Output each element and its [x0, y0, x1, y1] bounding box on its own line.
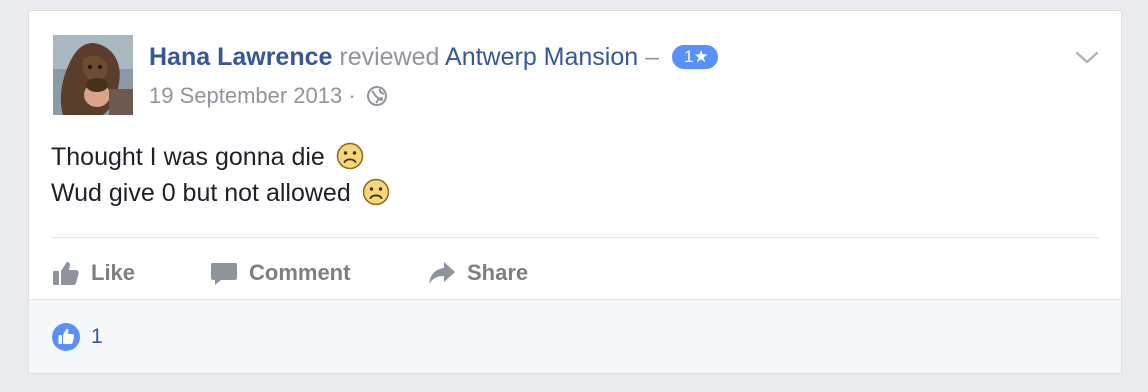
avatar[interactable] [53, 35, 133, 115]
body-line-2-text: Wud give 0 but not allowed [51, 179, 351, 207]
post-meta: 19 September 2013 · [149, 81, 388, 111]
comment-label: Comment [249, 260, 351, 285]
body-line-2: Wud give 0 but not allowed [51, 175, 390, 211]
post-actions-bar: Like Comment Share [51, 247, 751, 299]
reviewed-text: reviewed [339, 43, 440, 71]
reactions-footer: 1 [29, 299, 1121, 373]
like-reaction-icon [51, 322, 81, 352]
chevron-down-icon[interactable] [1073, 47, 1101, 69]
headline-separator: – [645, 43, 660, 71]
post-header: Hana Lawrence reviewed Antwerp Mansion –… [53, 35, 1101, 115]
share-button[interactable]: Share [427, 247, 528, 299]
frowning-face-emoji-icon [362, 178, 390, 206]
author-name-link[interactable]: Hana Lawrence [149, 43, 332, 71]
reactions-summary[interactable]: 1 [51, 322, 103, 352]
like-button[interactable]: Like [51, 247, 135, 299]
place-name-link[interactable]: Antwerp Mansion [445, 43, 638, 71]
post-date-link[interactable]: 19 September 2013 [149, 83, 342, 108]
actions-divider [51, 237, 1099, 238]
body-line-1: Thought I was gonna die [51, 139, 390, 175]
post-headline: Hana Lawrence reviewed Antwerp Mansion –… [149, 41, 718, 73]
share-label: Share [467, 260, 529, 285]
like-label: Like [91, 260, 136, 285]
thumbs-up-icon [51, 259, 81, 287]
post-body: Thought I was gonna die Wud give 0 but n… [51, 139, 390, 211]
like-count: 1 [91, 325, 103, 348]
frowning-face-emoji-icon [336, 142, 364, 170]
body-line-1-text: Thought I was gonna die [51, 143, 325, 171]
comment-icon [209, 259, 239, 287]
review-post-card: Hana Lawrence reviewed Antwerp Mansion –… [28, 10, 1122, 374]
meta-separator: · [348, 83, 356, 108]
globe-icon[interactable] [366, 85, 388, 107]
share-arrow-icon [427, 259, 457, 287]
rating-badge: 1★ [671, 45, 718, 69]
avatar-image [53, 35, 133, 115]
comment-button[interactable]: Comment [209, 247, 350, 299]
